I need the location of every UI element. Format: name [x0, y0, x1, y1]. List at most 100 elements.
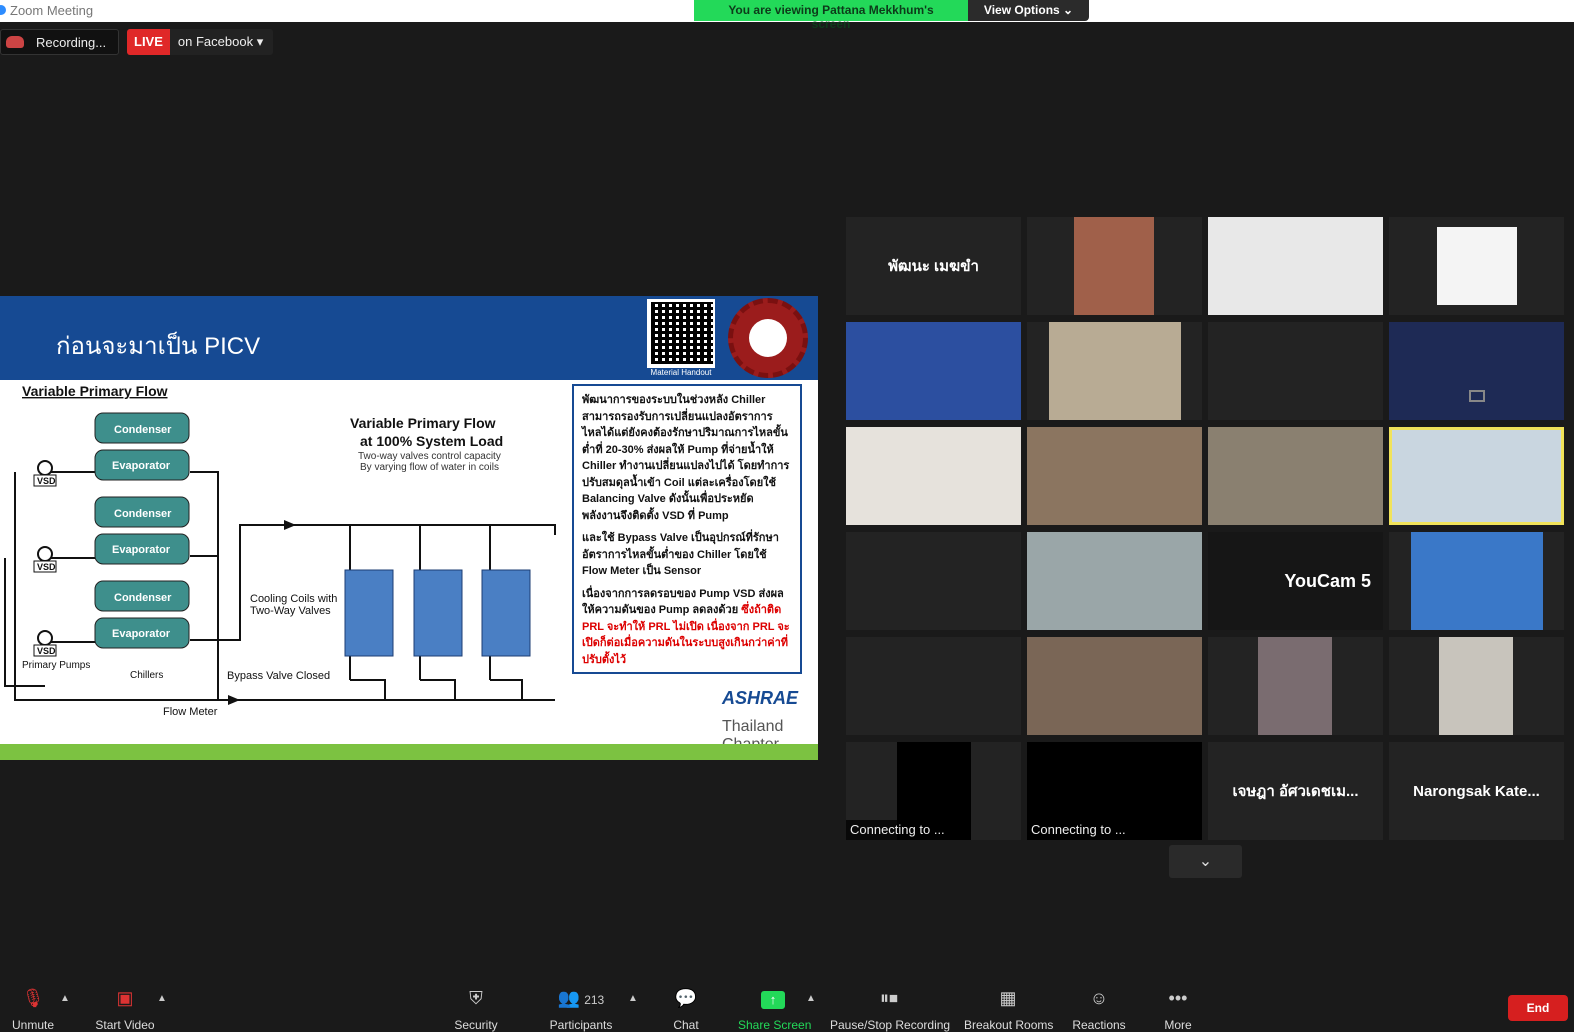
chat-button[interactable]: 💬 Chat [668, 986, 704, 1032]
active-speaker-tile[interactable] [1389, 427, 1564, 525]
participant-tile[interactable] [1027, 532, 1202, 630]
participant-tile[interactable] [1389, 217, 1564, 315]
participant-video [1389, 322, 1564, 420]
school-seal-logo [728, 298, 808, 378]
flow-meter-label: Flow Meter [163, 706, 218, 718]
participants-button[interactable]: 👥 213 Participants [548, 986, 614, 1032]
recording-indicator[interactable]: Recording... [0, 29, 119, 55]
video-options-caret-icon[interactable]: ▲ [157, 993, 167, 1004]
diagram-heading: Variable Primary Flow [22, 383, 168, 399]
start-video-button[interactable]: ▣ Start Video [92, 986, 158, 1032]
participant-tile[interactable] [1389, 532, 1564, 630]
participant-video [1027, 427, 1202, 525]
participant-tile[interactable] [846, 532, 1021, 630]
share-screen-label: Share Screen [738, 1018, 812, 1032]
shared-screen: ก่อนจะมาเป็น PICV Material Handout Varia… [0, 296, 818, 760]
reactions-button[interactable]: ☺ Reactions [1072, 986, 1126, 1032]
participant-tile[interactable] [1389, 322, 1564, 420]
meeting-toolbar: 🎙 Unmute ▲ ▣ Start Video ▲ ⛨ Security 👥 2… [0, 980, 1574, 1032]
participant-video [1049, 322, 1181, 420]
participant-name: Narongsak Kate... [1413, 782, 1540, 800]
more-button[interactable]: ••• More [1162, 986, 1194, 1032]
chat-label: Chat [673, 1018, 699, 1032]
breakout-rooms-button[interactable]: ▦ Breakout Rooms [964, 986, 1054, 1032]
shield-icon: ⛨ [469, 988, 483, 1008]
participant-tile[interactable] [1208, 322, 1383, 420]
condenser-label: Condenser [114, 592, 172, 604]
seal-center [749, 319, 787, 357]
youcam-label: YouCam 5 [1284, 570, 1371, 591]
viewing-screen-label: You are viewing Pattana Mekkhum's screen [694, 0, 968, 31]
participant-tile[interactable]: Narongsak Kate... [1389, 742, 1564, 840]
breakout-rooms-label: Breakout Rooms [964, 1018, 1054, 1032]
share-options-caret-icon[interactable]: ▲ [806, 993, 816, 1004]
pause-stop-icon: ⏸⏹ [880, 988, 898, 1008]
participant-tile[interactable] [1208, 637, 1383, 735]
zoom-logo-icon [0, 5, 6, 15]
security-button[interactable]: ⛨ Security [450, 986, 502, 1032]
evaporator-label: Evaporator [112, 628, 171, 640]
primary-pumps-label: Primary Pumps [22, 660, 90, 671]
participant-tile[interactable] [846, 427, 1021, 525]
recording-label: Recording... [36, 34, 107, 50]
evaporator-label: Evaporator [112, 544, 171, 556]
participant-tile[interactable] [846, 637, 1021, 735]
pause-stop-label: Pause/Stop Recording [830, 1018, 951, 1032]
participant-tile[interactable]: พัฒนะ เมฆขำ [846, 217, 1021, 315]
participant-tile[interactable] [1389, 637, 1564, 735]
participant-tile[interactable] [1027, 217, 1202, 315]
chillers-label: Chillers [130, 670, 163, 681]
participants-caret-icon[interactable]: ▲ [628, 993, 638, 1004]
pause-stop-recording-button[interactable]: ⏸⏹ Pause/Stop Recording [830, 986, 951, 1032]
participant-video [1258, 637, 1332, 735]
gallery-next-page-button[interactable]: ⌄ [1169, 845, 1242, 878]
chevron-down-icon: ▾ [256, 34, 264, 49]
unmute-label: Unmute [11, 1018, 55, 1032]
ashrae-logo: ASHRAE Thailand Chapter [720, 676, 810, 753]
diagram-subheading: Variable Primary Flow [350, 415, 496, 431]
participant-tile[interactable] [846, 322, 1021, 420]
audio-options-caret-icon[interactable]: ▲ [60, 993, 70, 1004]
view-options-button[interactable]: View Options ⌄ [968, 0, 1089, 21]
share-screen-button[interactable]: ↑ Share Screen [738, 986, 812, 1032]
participant-video [1027, 637, 1202, 735]
qr-label: Material Handout [647, 368, 715, 377]
participants-label: Participants [549, 1018, 613, 1032]
participant-tile[interactable] [1208, 217, 1383, 315]
chat-icon: 💬 [674, 988, 698, 1008]
participant-video [846, 322, 1021, 420]
unmute-button[interactable]: 🎙 Unmute [8, 986, 58, 1032]
reactions-label: Reactions [1072, 1018, 1126, 1032]
end-meeting-button[interactable]: End [1508, 995, 1568, 1021]
vsd-label: VSD [37, 476, 56, 486]
slide-footer-bar [0, 744, 818, 760]
chiller-3: Condenser Evaporator [94, 580, 190, 649]
participant-tile[interactable]: YouCam 5 [1208, 532, 1383, 630]
vsd-label: VSD [37, 562, 56, 572]
chiller-2: Condenser Evaporator [94, 496, 190, 565]
participant-tile[interactable]: Connecting to ... [846, 742, 1021, 840]
qr-code-pattern [651, 302, 713, 364]
participant-tile[interactable]: เจษฎา อัศวเดชเม... [1208, 742, 1383, 840]
share-banner: You are viewing Pattana Mekkhum's screen… [694, 0, 1089, 31]
slide-paragraph-1: พัฒนาการของระบบในช่วงหลัง Chiller สามารถ… [582, 394, 790, 522]
reactions-icon: ☺ [1089, 988, 1109, 1008]
cooling-coils-label-2: Two-Way Valves [250, 605, 331, 617]
microphone-muted-icon: 🎙 [21, 988, 45, 1008]
live-platform-label[interactable]: on Facebook ▾ [169, 29, 274, 55]
participant-tile[interactable] [1027, 637, 1202, 735]
participant-video [1027, 532, 1202, 630]
participant-count: 213 [584, 993, 605, 1007]
condenser-label: Condenser [114, 424, 172, 436]
participant-tile[interactable]: Connecting to ... [1027, 742, 1202, 840]
participant-tile[interactable] [1027, 322, 1202, 420]
participant-video [846, 427, 1021, 525]
qr-code: Material Handout [646, 298, 716, 378]
cooling-coils-label-1: Cooling Coils with [250, 593, 337, 605]
participant-tile[interactable] [1027, 427, 1202, 525]
participant-tile[interactable] [1208, 427, 1383, 525]
video-off-icon: ▣ [116, 988, 134, 1008]
cloud-record-icon [6, 36, 24, 48]
participant-name: เจษฎา อัศวเดชเม... [1232, 783, 1359, 800]
live-stream-indicator[interactable]: LIVE on Facebook ▾ [127, 29, 274, 55]
